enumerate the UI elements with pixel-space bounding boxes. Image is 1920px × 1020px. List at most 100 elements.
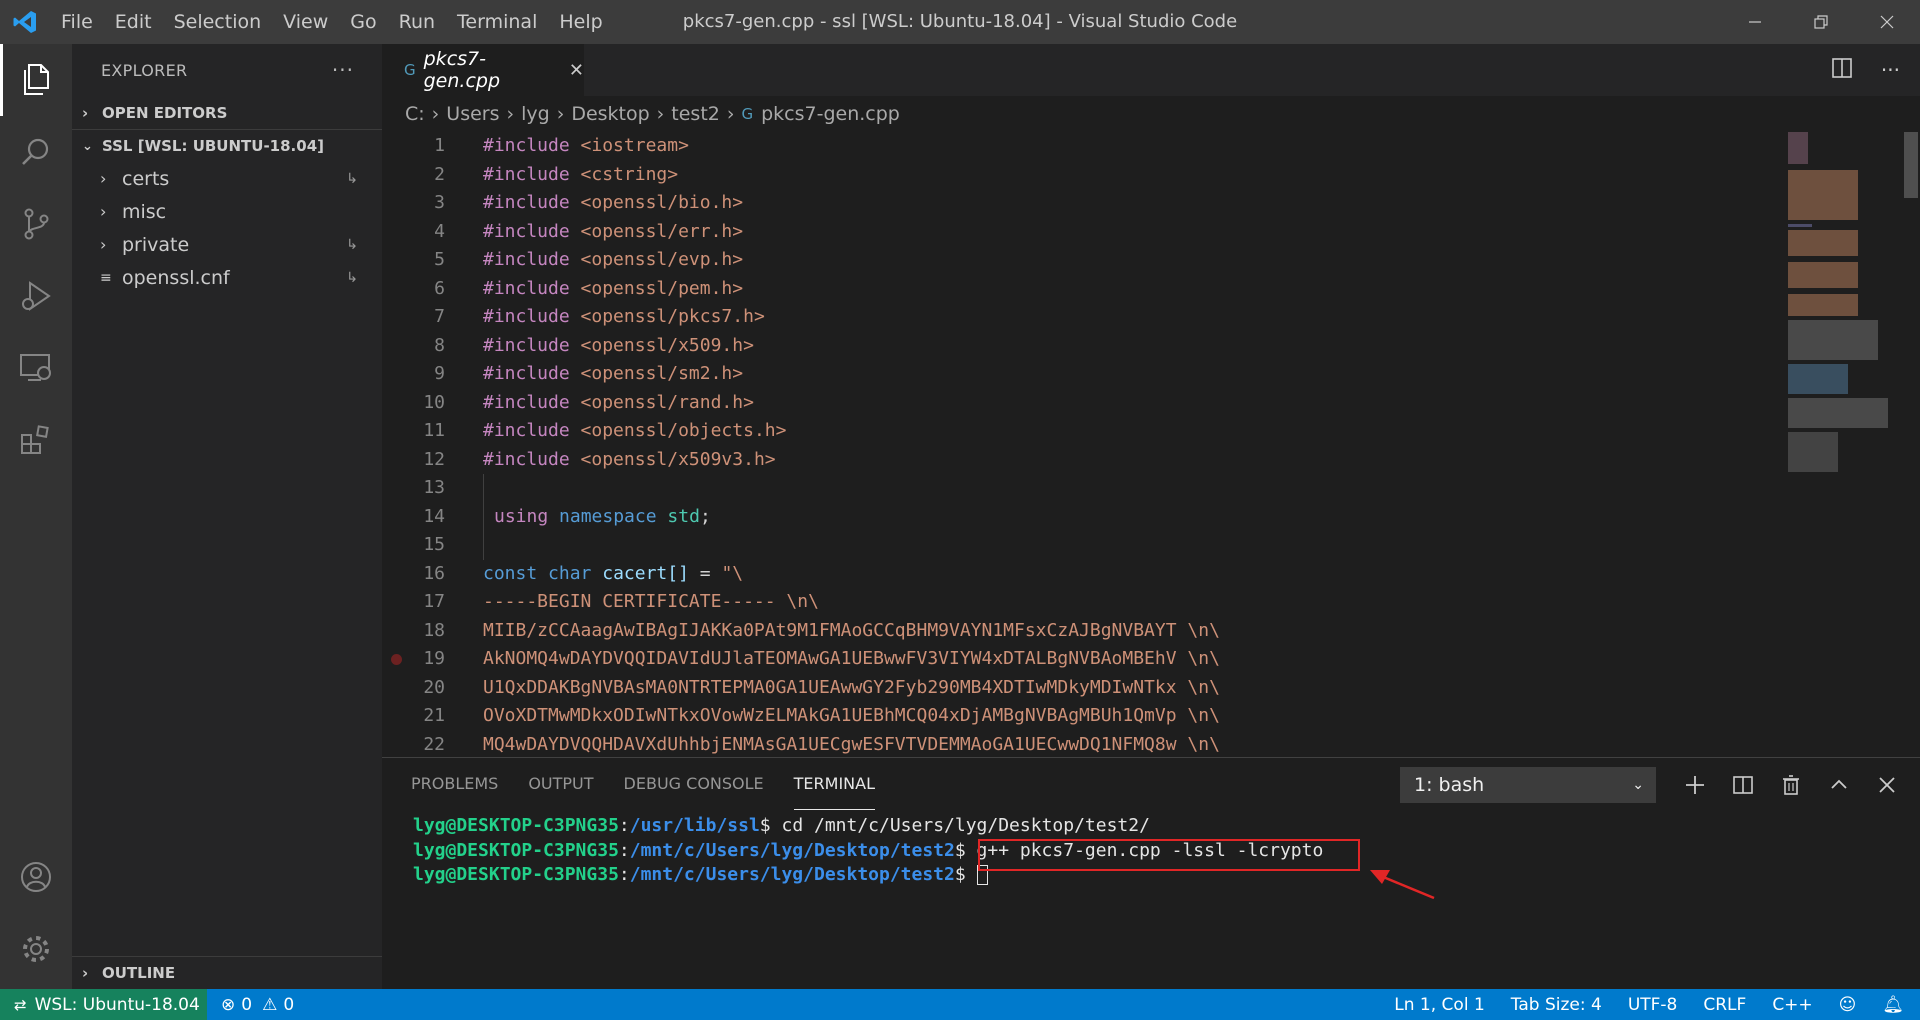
trash-icon[interactable] <box>1778 772 1804 798</box>
menu-run[interactable]: Run <box>388 0 446 44</box>
outline-section[interactable]: › OUTLINE <box>72 956 382 989</box>
include-keyword: #include <box>483 192 570 213</box>
highlight-box <box>978 839 1360 871</box>
code-line: 6 #include <openssl/pem.h> <box>382 275 1782 304</box>
search-icon[interactable] <box>0 116 72 188</box>
menu-view[interactable]: View <box>272 0 339 44</box>
string-literal: AkNOMQ4wDAYDVQQIDAVIdUJlaTEOMAwGA1UEBwwF… <box>483 648 1220 669</box>
tab-debug-console[interactable]: DEBUG CONSOLE <box>624 758 764 810</box>
run-debug-icon[interactable] <box>0 260 72 332</box>
include-keyword: #include <box>483 135 570 156</box>
breadcrumb-item[interactable]: C: <box>405 103 425 125</box>
line-ending[interactable]: CRLF <box>1703 995 1746 1015</box>
string-literal: OVoXDTMwMDkxODIwNTkxOVowWzELMAkGA1UEBhMC… <box>483 705 1220 726</box>
string-literal: U1QxDDAKBgNVBAsMA0NTRTEPMA0GA1UEAwwGY2Fy… <box>483 676 1220 698</box>
include-path: <openssl/x509v3.h> <box>580 448 776 470</box>
split-editor-icon[interactable] <box>1831 57 1853 83</box>
source-control-icon[interactable] <box>0 188 72 260</box>
split-terminal-icon[interactable] <box>1730 772 1756 798</box>
terminal-path: /mnt/c/Users/lyg/Desktop/test2 <box>629 839 955 861</box>
minimap[interactable] <box>1782 132 1902 757</box>
include-path: <openssl/pem.h> <box>580 277 744 299</box>
tab-problems[interactable]: PROBLEMS <box>411 758 498 810</box>
scrollbar-thumb[interactable] <box>1904 132 1918 198</box>
string-literal: MIIB/zCCAaagAwIBAgIJAKKa0PAt9M1FMAoGCCqB… <box>483 619 1220 641</box>
tab-terminal[interactable]: TERMINAL <box>793 758 876 810</box>
menu-go[interactable]: Go <box>339 0 387 44</box>
code-line: 10 #include <openssl/rand.h> <box>382 389 1782 418</box>
line-number: 2 <box>434 163 445 185</box>
more-actions-icon[interactable]: ··· <box>332 58 354 82</box>
restore-button[interactable] <box>1788 0 1854 44</box>
terminal-path: /mnt/c/Users/lyg/Desktop/test2 <box>629 864 955 885</box>
tree-item-misc[interactable]: › misc <box>72 195 382 228</box>
include-path: <openssl/objects.h> <box>580 420 787 441</box>
maximize-panel-icon[interactable] <box>1826 772 1852 798</box>
code-line: 17 -----BEGIN CERTIFICATE----- \n\ <box>382 588 1782 617</box>
problems-indicator[interactable]: ⊗ 0 ⚠ 0 <box>221 995 294 1015</box>
cursor-position[interactable]: Ln 1, Col 1 <box>1394 995 1485 1015</box>
tab-size[interactable]: Tab Size: 4 <box>1511 995 1602 1015</box>
editor-scrollbar[interactable] <box>1902 132 1920 757</box>
minimize-button[interactable] <box>1722 0 1788 44</box>
menu-file[interactable]: File <box>50 0 104 44</box>
tab-pkcs7-gen[interactable]: G pkcs7-gen.cpp ✕ <box>382 44 584 96</box>
breadcrumb-item[interactable]: lyg <box>521 103 550 125</box>
workspace-section[interactable]: ⌄ SSL [WSL: UBUNTU-18.04] <box>72 129 382 162</box>
language-mode[interactable]: C++ <box>1772 995 1812 1015</box>
open-editors-section[interactable]: › OPEN EDITORS <box>72 96 382 129</box>
breadcrumb-item[interactable]: test2 <box>671 103 720 125</box>
tree-item-private[interactable]: › private ↳ <box>72 228 382 261</box>
settings-gear-icon[interactable] <box>0 913 72 985</box>
include-path: <openssl/x509.h> <box>580 334 754 356</box>
activity-bar <box>0 44 72 989</box>
breadcrumb-item[interactable]: pkcs7-gen.cpp <box>761 103 900 125</box>
terminal-user: lyg@DESKTOP-C3PNG35 <box>413 839 619 861</box>
symlink-icon: ↳ <box>346 170 358 187</box>
line-number: 15 <box>423 534 445 555</box>
feedback-icon[interactable]: ☺ <box>1839 995 1857 1015</box>
terminal-command <box>966 864 977 885</box>
explorer-icon[interactable] <box>0 44 72 116</box>
accounts-icon[interactable] <box>0 841 72 913</box>
menu-selection[interactable]: Selection <box>163 0 273 44</box>
breadcrumb-item[interactable]: Users <box>446 103 499 125</box>
include-keyword: #include <box>483 277 570 299</box>
remote-explorer-icon[interactable] <box>0 332 72 404</box>
terminal-select-value: 1: bash <box>1414 774 1485 796</box>
std-identifier: std <box>667 505 700 527</box>
tab-output[interactable]: OUTPUT <box>528 758 593 810</box>
menu-help[interactable]: Help <box>548 0 613 44</box>
tree-item-certs[interactable]: › certs ↳ <box>72 162 382 195</box>
breadcrumb-item[interactable]: Desktop <box>571 103 649 125</box>
remote-icon: ⇄ <box>14 995 27 1014</box>
error-icon: ⊗ <box>221 994 236 1015</box>
include-keyword: #include <box>483 391 570 413</box>
include-path: <openssl/sm2.h> <box>580 363 744 384</box>
code-line: 22 MQ4wDAYDVQQHDAVXdUhhbjENMAsGA1UECgwESF… <box>382 731 1782 760</box>
new-terminal-icon[interactable] <box>1682 772 1708 798</box>
close-tab-icon[interactable]: ✕ <box>569 60 584 81</box>
string-start: "\ <box>721 562 744 584</box>
extensions-icon[interactable] <box>0 404 72 476</box>
terminal-command: cd /mnt/c/Users/lyg/Desktop/test2/ <box>770 815 1150 836</box>
remote-indicator[interactable]: ⇄ WSL: Ubuntu-18.04 <box>0 989 207 1020</box>
notifications-bell-icon[interactable]: 🔔︎ <box>1882 995 1904 1015</box>
line-number: 22 <box>423 733 445 755</box>
warning-icon: ⚠ <box>262 994 278 1015</box>
status-right: Ln 1, Col 1 Tab Size: 4 UTF-8 CRLF C++ ☺… <box>1394 989 1920 1020</box>
close-window-button[interactable] <box>1854 0 1920 44</box>
terminal-select[interactable]: 1: bash ⌄ <box>1400 767 1656 803</box>
more-actions-icon[interactable]: ··· <box>1881 58 1900 82</box>
close-panel-icon[interactable] <box>1874 772 1900 798</box>
menu-edit[interactable]: Edit <box>104 0 163 44</box>
include-keyword: #include <box>483 220 570 242</box>
tree-item-openssl-cnf[interactable]: ≡ openssl.cnf ↳ <box>72 261 382 294</box>
line-number: 6 <box>434 277 445 299</box>
using-keyword: using <box>494 505 549 527</box>
code-editor[interactable]: 1 #include <iostream> 2 #include <cstring>… <box>382 132 1782 757</box>
include-keyword: #include <box>483 448 570 470</box>
menu-terminal[interactable]: Terminal <box>446 0 548 44</box>
encoding[interactable]: UTF-8 <box>1628 995 1678 1015</box>
tree-item-label: misc <box>122 200 167 223</box>
